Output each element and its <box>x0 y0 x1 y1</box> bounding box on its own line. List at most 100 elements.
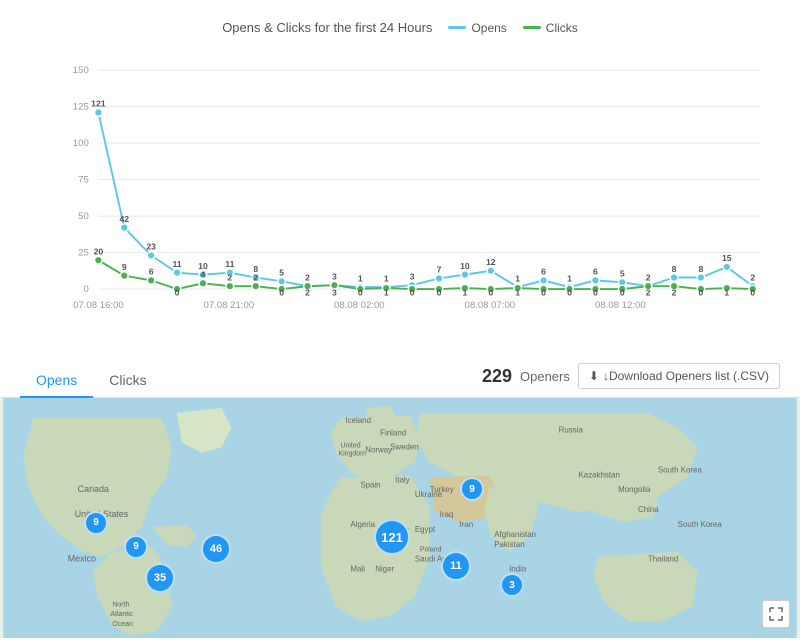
svg-text:Iraq: Iraq <box>440 510 454 519</box>
svg-text:Kingdom: Kingdom <box>339 451 367 458</box>
svg-text:0: 0 <box>175 288 180 298</box>
svg-text:Kazakhstan: Kazakhstan <box>579 470 620 479</box>
svg-text:0: 0 <box>750 288 755 298</box>
svg-text:Afghanistan: Afghanistan <box>494 530 536 539</box>
svg-text:6: 6 <box>593 267 598 277</box>
svg-text:Mexico: Mexico <box>68 554 96 564</box>
svg-text:8: 8 <box>699 264 704 274</box>
svg-text:Spain: Spain <box>360 480 380 489</box>
svg-text:United: United <box>340 443 360 450</box>
tab-clicks[interactable]: Clicks <box>93 364 162 398</box>
expand-icon <box>769 607 783 621</box>
svg-text:1: 1 <box>384 273 389 283</box>
svg-text:2: 2 <box>305 272 310 282</box>
download-icon: ⬇ <box>589 369 599 383</box>
svg-text:07.08 16:00: 07.08 16:00 <box>73 300 124 311</box>
svg-text:Finland: Finland <box>380 429 406 438</box>
svg-text:Mongolia: Mongolia <box>618 485 651 494</box>
download-label: ↓Download Openers list (.CSV) <box>603 369 769 383</box>
svg-text:Sweden: Sweden <box>390 443 419 452</box>
svg-text:75: 75 <box>78 175 89 186</box>
svg-text:23: 23 <box>146 242 156 252</box>
download-button[interactable]: ⬇ ↓Download Openers list (.CSV) <box>578 363 780 389</box>
openers-count: 229 <box>482 366 512 387</box>
svg-text:1: 1 <box>515 288 520 298</box>
svg-text:Egypt: Egypt <box>415 525 436 534</box>
svg-text:0: 0 <box>83 284 88 295</box>
svg-text:08.08 12:00: 08.08 12:00 <box>595 300 646 311</box>
chart-area: 150 125 100 75 50 25 0 07.08 16:00 07.08… <box>60 45 770 345</box>
svg-text:2: 2 <box>672 288 677 298</box>
svg-text:5: 5 <box>279 268 284 278</box>
chart-svg: 150 125 100 75 50 25 0 07.08 16:00 07.08… <box>60 45 770 345</box>
svg-text:9: 9 <box>122 262 127 272</box>
opens-legend-dot <box>448 26 466 29</box>
svg-text:Ukraine: Ukraine <box>415 490 443 499</box>
svg-text:3: 3 <box>332 271 337 281</box>
svg-text:11: 11 <box>172 259 181 269</box>
svg-text:Thailand: Thailand <box>648 555 678 564</box>
svg-text:2: 2 <box>646 288 651 298</box>
svg-text:08.08 07:00: 08.08 07:00 <box>465 300 516 311</box>
svg-text:2: 2 <box>646 272 651 282</box>
svg-text:50: 50 <box>78 211 89 222</box>
svg-text:Italy: Italy <box>395 475 410 484</box>
svg-text:0: 0 <box>541 288 546 298</box>
svg-text:Ocean: Ocean <box>112 621 133 628</box>
svg-text:20: 20 <box>94 246 104 256</box>
opens-legend: Opens <box>448 21 506 35</box>
svg-text:11: 11 <box>225 259 234 269</box>
map-marker-3: 3 <box>500 573 524 597</box>
map-marker-11: 11 <box>441 551 471 581</box>
svg-text:7: 7 <box>437 265 442 275</box>
openers-section: 229 Openers ⬇ ↓Download Openers list (.C… <box>482 363 780 397</box>
svg-text:0: 0 <box>437 288 442 298</box>
map-expand-button[interactable] <box>762 600 790 628</box>
svg-text:South Korea: South Korea <box>678 520 723 529</box>
svg-text:6: 6 <box>541 267 546 277</box>
map-marker-9-canada: 9 <box>84 511 108 535</box>
svg-text:2: 2 <box>253 272 258 282</box>
svg-text:121: 121 <box>91 99 106 109</box>
map-container: Canada United States Mexico North Atlant… <box>0 398 800 638</box>
svg-text:2: 2 <box>305 288 310 298</box>
svg-text:0: 0 <box>279 288 284 298</box>
world-map-svg: Canada United States Mexico North Atlant… <box>0 398 800 638</box>
svg-text:42: 42 <box>119 214 129 224</box>
svg-text:0: 0 <box>488 288 493 298</box>
svg-text:07.08 21:00: 07.08 21:00 <box>204 300 255 311</box>
clicks-legend-dot <box>523 26 541 29</box>
chart-title: Opens & Clicks for the first 24 Hours Op… <box>20 20 780 35</box>
svg-text:3: 3 <box>332 288 337 298</box>
svg-text:South Korea: South Korea <box>658 465 703 474</box>
chart-container: Opens & Clicks for the first 24 Hours Op… <box>0 0 800 355</box>
svg-text:0: 0 <box>620 288 625 298</box>
svg-text:1: 1 <box>358 273 363 283</box>
svg-text:10: 10 <box>460 261 470 271</box>
svg-text:12: 12 <box>486 257 496 267</box>
svg-text:25: 25 <box>78 247 89 258</box>
svg-text:1: 1 <box>462 288 467 298</box>
svg-text:150: 150 <box>73 65 89 76</box>
clicks-legend-label: Clicks <box>546 21 578 35</box>
svg-text:Canada: Canada <box>78 484 109 494</box>
map-marker-9-europe: 9 <box>460 477 484 501</box>
svg-text:4: 4 <box>201 270 206 280</box>
svg-text:1: 1 <box>384 288 389 298</box>
svg-text:08.08 02:00: 08.08 02:00 <box>334 300 385 311</box>
tabs: Opens Clicks <box>20 364 163 397</box>
svg-text:Niger: Niger <box>375 565 394 574</box>
svg-text:Mali: Mali <box>350 565 365 574</box>
svg-text:Atlantic: Atlantic <box>110 611 133 618</box>
svg-text:0: 0 <box>410 288 415 298</box>
svg-text:0: 0 <box>358 288 363 298</box>
svg-text:125: 125 <box>73 102 89 113</box>
svg-text:0: 0 <box>567 288 572 298</box>
svg-text:1: 1 <box>724 288 729 298</box>
opens-legend-label: Opens <box>471 21 506 35</box>
svg-text:5: 5 <box>620 269 625 279</box>
svg-text:China: China <box>638 505 659 514</box>
svg-text:3: 3 <box>410 271 415 281</box>
tab-opens[interactable]: Opens <box>20 364 93 398</box>
svg-text:Poland: Poland <box>420 547 442 554</box>
